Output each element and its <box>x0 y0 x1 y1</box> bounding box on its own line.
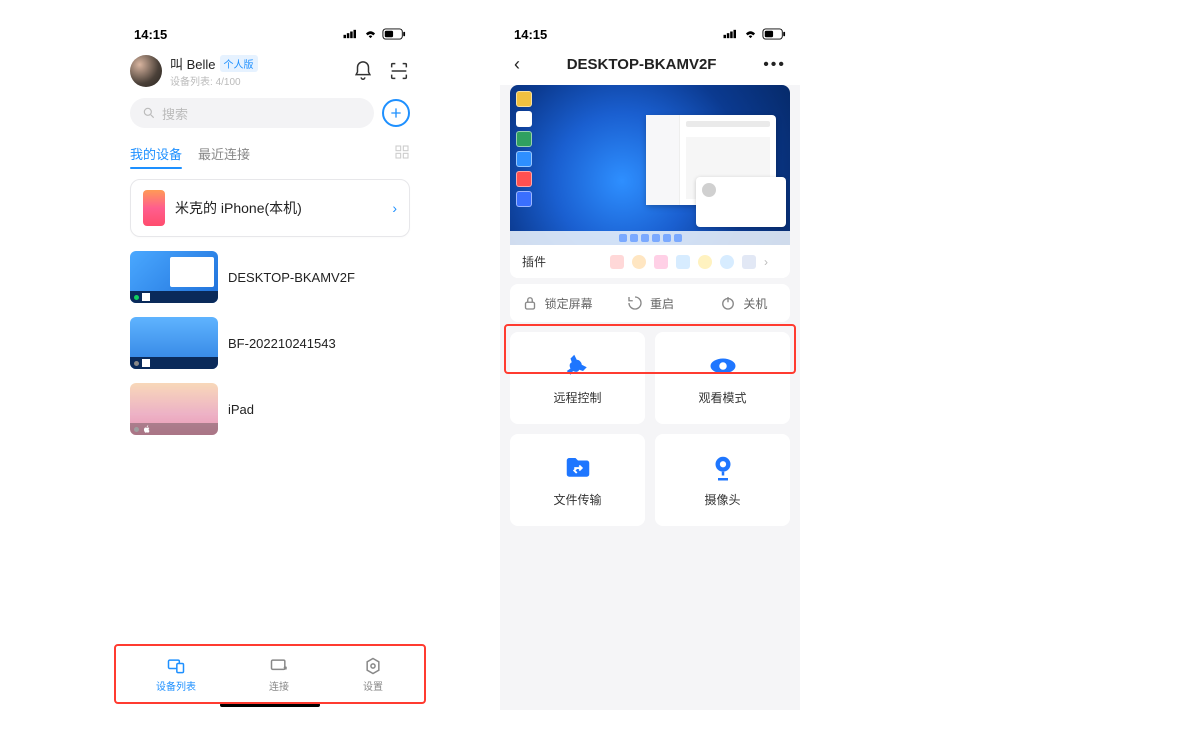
camera-card[interactable]: 摄像头 <box>655 434 790 526</box>
layout-icon[interactable] <box>394 144 410 165</box>
nav-label: 设置 <box>363 678 383 693</box>
status-bar: 14:15 <box>120 20 420 48</box>
restart-icon <box>626 294 644 312</box>
devices-icon <box>165 656 187 676</box>
status-icons <box>723 28 786 40</box>
remote-control-icon <box>563 351 593 381</box>
username: 叫 Belle <box>170 54 216 73</box>
camera-icon <box>708 453 738 483</box>
avatar[interactable] <box>130 55 162 87</box>
nav-settings[interactable]: 设置 <box>362 656 384 693</box>
folder-transfer-icon <box>563 453 593 483</box>
apple-icon <box>142 424 152 434</box>
remote-control-card[interactable]: 远程控制 <box>510 332 645 424</box>
card-label: 摄像头 <box>704 491 740 508</box>
device-item[interactable]: BF-202210241543 <box>130 317 410 369</box>
action-label: 锁定屏幕 <box>545 295 593 312</box>
local-device-name: 米克的 iPhone(本机) <box>175 198 382 218</box>
power-icon <box>719 294 737 312</box>
card-label: 观看模式 <box>698 389 746 406</box>
connect-icon <box>268 656 290 676</box>
status-icons <box>343 28 406 40</box>
device-name: DESKTOP-BKAMV2F <box>228 270 355 285</box>
detail-title: DESKTOP-BKAMV2F <box>520 56 763 73</box>
settings-icon <box>362 656 384 676</box>
nav-label: 设备列表 <box>156 678 196 693</box>
status-bar: 14:15 <box>500 20 800 48</box>
tabs: 我的设备 最近连接 <box>120 136 420 169</box>
card-label: 远程控制 <box>553 389 601 406</box>
search-icon <box>142 106 156 120</box>
user-block: 叫 Belle 个人版 设备列表: 4/100 <box>170 54 344 88</box>
watch-mode-card[interactable]: 观看模式 <box>655 332 790 424</box>
plugin-icons: › <box>546 255 778 269</box>
header: 叫 Belle 个人版 设备列表: 4/100 <box>120 48 420 90</box>
battery-icon <box>382 28 406 40</box>
local-device-card[interactable]: 米克的 iPhone(本机) › <box>130 179 410 237</box>
battery-icon <box>762 28 786 40</box>
plugins-row[interactable]: 插件 › <box>510 245 790 278</box>
tab-my-devices[interactable]: 我的设备 <box>130 140 182 169</box>
device-list-screen: 14:15 叫 Belle 个人版 设备列表: 4/100 <box>120 20 420 710</box>
eye-icon <box>708 351 738 381</box>
device-list: 米克的 iPhone(本机) › DESKTOP-BKAMV2F BF-2022… <box>120 169 420 459</box>
wifi-icon <box>743 29 758 40</box>
feature-grid: 远程控制 观看模式 文件传输 摄像头 <box>510 332 790 526</box>
action-label: 重启 <box>650 295 674 312</box>
device-thumbnail <box>130 383 218 435</box>
file-transfer-card[interactable]: 文件传输 <box>510 434 645 526</box>
status-time: 14:15 <box>134 27 167 42</box>
add-button[interactable] <box>382 99 410 127</box>
device-thumbnail <box>130 251 218 303</box>
plan-badge: 个人版 <box>220 55 258 72</box>
detail-header: ‹ DESKTOP-BKAMV2F ••• <box>500 48 800 85</box>
chevron-right-icon: › <box>764 255 778 269</box>
shutdown-button[interactable]: 关机 <box>697 294 790 312</box>
scan-icon[interactable] <box>388 60 410 82</box>
phone-thumb-icon <box>143 190 165 226</box>
device-name: iPad <box>228 402 254 417</box>
device-detail-screen: 14:15 ‹ DESKTOP-BKAMV2F ••• 插件 <box>500 20 800 710</box>
chevron-right-icon: › <box>392 200 397 216</box>
cellular-icon <box>723 29 739 39</box>
nav-device-list[interactable]: 设备列表 <box>156 656 196 693</box>
action-label: 关机 <box>743 295 767 312</box>
device-thumbnail <box>130 317 218 369</box>
desktop-screenshot <box>510 85 790 245</box>
status-time: 14:15 <box>514 27 547 42</box>
search-row: 搜索 <box>120 90 420 136</box>
cellular-icon <box>343 29 359 39</box>
wifi-icon <box>363 29 378 40</box>
device-count-label: 设备列表: <box>170 77 213 88</box>
plugins-label: 插件 <box>522 253 546 270</box>
search-placeholder: 搜索 <box>162 104 188 123</box>
bell-icon[interactable] <box>352 60 374 82</box>
more-button[interactable]: ••• <box>763 56 786 74</box>
device-item[interactable]: DESKTOP-BKAMV2F <box>130 251 410 303</box>
screenshot-preview[interactable]: 插件 › <box>510 85 790 278</box>
nav-label: 连接 <box>269 678 289 693</box>
bottom-nav: 设备列表 连接 设置 <box>120 650 420 698</box>
lock-screen-button[interactable]: 锁定屏幕 <box>510 294 603 312</box>
restart-button[interactable]: 重启 <box>603 294 696 312</box>
search-input[interactable]: 搜索 <box>130 98 374 128</box>
device-count-value: 4/100 <box>216 77 241 88</box>
device-name: BF-202210241543 <box>228 336 336 351</box>
home-indicator <box>220 703 320 707</box>
plus-icon <box>388 105 404 121</box>
lock-icon <box>521 294 539 312</box>
nav-connect[interactable]: 连接 <box>268 656 290 693</box>
power-actions: 锁定屏幕 重启 关机 <box>510 284 790 322</box>
tab-recent[interactable]: 最近连接 <box>198 140 250 169</box>
card-label: 文件传输 <box>553 491 601 508</box>
device-item[interactable]: iPad <box>130 383 410 435</box>
